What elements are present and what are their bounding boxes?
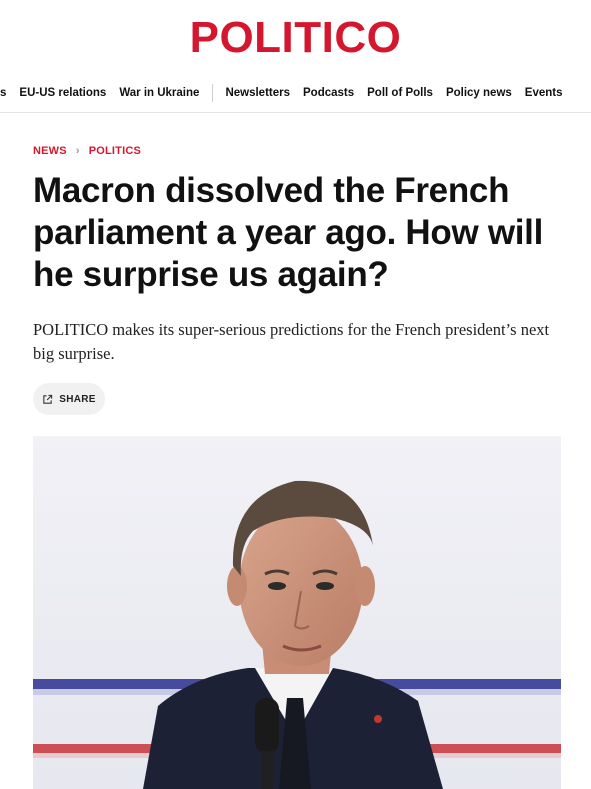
breadcrumb-news[interactable]: NEWS bbox=[33, 145, 67, 157]
macron-photo bbox=[33, 436, 561, 789]
nav-item-podcasts[interactable]: Podcasts bbox=[303, 87, 354, 99]
nav-item-poll-of-polls[interactable]: Poll of Polls bbox=[367, 87, 433, 99]
nav-item-events[interactable]: Events bbox=[525, 87, 563, 99]
breadcrumb-politics[interactable]: POLITICS bbox=[89, 145, 141, 157]
nav-item-newsletters[interactable]: Newsletters bbox=[225, 87, 290, 99]
nav-divider bbox=[212, 84, 214, 102]
article-headline: Macron dissolved the French parliament a… bbox=[33, 171, 544, 294]
politico-logo[interactable]: POLITICO bbox=[190, 16, 402, 60]
nav-divider-line bbox=[0, 112, 591, 113]
article-lead-photo bbox=[33, 436, 561, 789]
chevron-right-icon: › bbox=[75, 145, 80, 157]
nav-item-eu-us-relations[interactable]: EU-US relations bbox=[19, 87, 106, 99]
nav-item-war-in-ukraine[interactable]: War in Ukraine bbox=[119, 87, 199, 99]
article-dek: POLITICO makes its super-serious predict… bbox=[33, 320, 550, 363]
nav-item-policy-news[interactable]: Policy news bbox=[446, 87, 512, 99]
share-label: SHARE bbox=[59, 393, 96, 405]
top-nav: s EU-US relations War in Ukraine Newslet… bbox=[0, 80, 591, 106]
masthead: POLITICO bbox=[0, 0, 591, 70]
share-external-icon bbox=[43, 394, 53, 404]
breadcrumb: NEWS › POLITICS bbox=[33, 145, 141, 157]
share-button[interactable]: SHARE bbox=[33, 383, 105, 415]
nav-item-truncated[interactable]: s bbox=[0, 87, 6, 99]
